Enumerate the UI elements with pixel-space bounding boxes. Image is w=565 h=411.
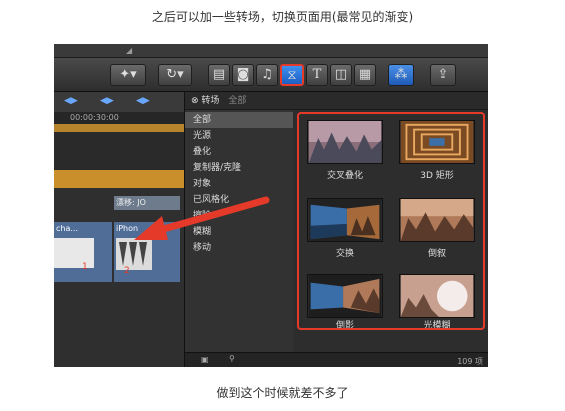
generator-icon[interactable]: ◫ bbox=[330, 64, 352, 86]
marker-icon: ◀▶ bbox=[64, 96, 78, 106]
text-icon[interactable]: T bbox=[306, 64, 328, 86]
disclosure-icon[interactable]: ◢ bbox=[126, 46, 136, 56]
clip-b-number: 2 bbox=[124, 266, 130, 276]
category-list: 全部 光源 叠化 复制器/克隆 对象 已风格化 擦除 模糊 移动 bbox=[185, 112, 293, 352]
marker-icon: ◀▶ bbox=[100, 96, 114, 106]
camera-icon[interactable]: ◙ bbox=[232, 64, 254, 86]
item-count: 109 项 bbox=[457, 357, 483, 366]
clip-a-label: cha... bbox=[56, 224, 78, 233]
clip-title-label[interactable]: 漂移: JO bbox=[114, 196, 180, 210]
timecode: 00:00:30:00 bbox=[54, 112, 184, 124]
timeline-track-orange bbox=[54, 170, 184, 188]
clip-a-thumbnail bbox=[54, 238, 94, 268]
search-icon[interactable]: ⚲ bbox=[229, 354, 235, 363]
category-item[interactable]: 模糊 bbox=[185, 224, 293, 240]
export-icon[interactable]: ⇪ bbox=[430, 64, 456, 86]
clip-b-label: iPhon bbox=[116, 224, 139, 233]
music-icon[interactable]: ♫ bbox=[256, 64, 278, 86]
clip-b-thumbnail bbox=[116, 238, 152, 270]
theme-icon[interactable]: ▦ bbox=[354, 64, 376, 86]
browser-footer: ▣ ⚲ 109 项 bbox=[185, 352, 488, 367]
category-item[interactable]: 对象 bbox=[185, 176, 293, 192]
browser-subtitle: 全部 bbox=[228, 96, 247, 106]
marker-icon: ◀▶ bbox=[136, 96, 150, 106]
caption-top: 之后可以加一些转场，切换页面用(最常见的渐变) bbox=[151, 10, 414, 24]
magic-wand-icon[interactable]: ✦▾ bbox=[110, 64, 146, 86]
clip-a[interactable]: cha... 1 bbox=[54, 222, 112, 282]
browser-title: 转场 bbox=[201, 96, 220, 106]
category-item[interactable]: 光源 bbox=[185, 128, 293, 144]
close-icon[interactable]: ⊗ bbox=[191, 96, 199, 106]
caption-bottom: 做到这个时候就差不多了 bbox=[216, 386, 349, 400]
toolbar: ✦▾ ↻▾ ▤ ◙ ♫ ⧖ T ◫ ▦ ⁂ ⇪ bbox=[54, 58, 488, 92]
category-item[interactable]: 叠化 bbox=[185, 144, 293, 160]
timeline-track bbox=[54, 132, 184, 170]
timeline-track-orange bbox=[54, 124, 184, 132]
clip-a-number: 1 bbox=[82, 262, 88, 272]
category-item[interactable]: 已风格化 bbox=[185, 192, 293, 208]
top-strip: ◢ bbox=[54, 44, 488, 58]
category-item[interactable]: 移动 bbox=[185, 240, 293, 256]
rotate-icon[interactable]: ↻▾ bbox=[158, 64, 192, 86]
clip-b[interactable]: iPhon 2 bbox=[114, 222, 180, 282]
category-item[interactable]: 擦除 bbox=[185, 208, 293, 224]
category-item[interactable]: 复制器/克隆 bbox=[185, 160, 293, 176]
transition-icon[interactable]: ⧖ bbox=[280, 64, 304, 86]
text-tool-label: T bbox=[312, 67, 322, 82]
clips-icon[interactable]: ▤ bbox=[208, 64, 230, 86]
highlight-box bbox=[297, 112, 485, 330]
timeline-ruler: ◀▶ ◀▶ ◀▶ bbox=[54, 92, 184, 112]
final-cut-screenshot: ◢ ✦▾ ↻▾ ▤ ◙ ♫ ⧖ T ◫ ▦ ⁂ ⇪ ◀▶ ◀▶ ◀▶ 00:00… bbox=[54, 44, 488, 367]
film-icon[interactable]: ▣ bbox=[201, 355, 209, 364]
category-item[interactable]: 全部 bbox=[185, 112, 293, 128]
transitions-browser: ⊗ 转场 全部 全部 光源 叠化 复制器/克隆 对象 已风格化 擦除 模糊 移动… bbox=[184, 92, 488, 367]
browser-header: ⊗ 转场 全部 bbox=[185, 92, 488, 110]
share-icon[interactable]: ⁂ bbox=[388, 64, 414, 86]
